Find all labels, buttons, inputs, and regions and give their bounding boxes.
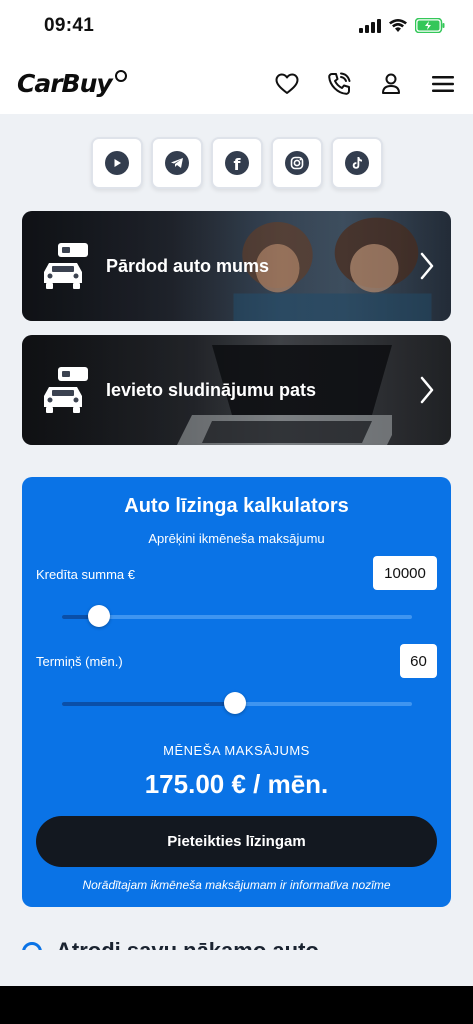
bottom-bar [0,986,473,1024]
chevron-right-icon [420,252,434,280]
youtube-icon [105,151,129,175]
facebook-icon: f [225,151,249,175]
user-icon [382,73,400,94]
term-slider-thumb[interactable] [224,692,246,714]
credit-amount-slider[interactable] [62,605,412,627]
signal-icon [359,18,381,33]
phone-button[interactable] [325,70,353,98]
site-header: CarBuy [0,54,473,114]
create-listing-label: Ievieto sludinājumu pats [106,380,317,400]
calculator-title: Auto līzinga kalkulators [124,495,349,517]
apply-leasing-button[interactable]: Pieteikties līzingam [36,816,437,867]
account-button[interactable] [377,70,405,98]
menu-icon [432,76,454,92]
next-section-peek: Atrodi savu nākamo auto [22,940,451,950]
car-sell-icon [44,243,88,289]
header-actions [273,70,457,98]
battery-charging-icon [415,18,445,33]
instagram-icon [285,151,309,175]
term-slider-fill [62,702,235,706]
chevron-right-icon [420,376,434,404]
instagram-button[interactable] [271,137,323,189]
calculator-disclaimer: Norādītajam ikmēneša maksājumam ir infor… [82,878,391,892]
credit-amount-label: Kredīta summa € [36,567,135,582]
phone-icon [328,72,351,95]
social-links: f [91,137,383,189]
credit-amount-input[interactable] [373,556,437,590]
term-input[interactable] [400,644,437,678]
menu-button[interactable] [429,70,457,98]
next-section-heading: Atrodi savu nākamo auto [56,940,319,950]
term-slider[interactable] [62,692,412,714]
sell-car-card[interactable]: Pārdod auto mums [22,211,451,321]
status-icons [359,18,445,33]
section-marker-icon [22,942,42,950]
favorites-button[interactable] [273,70,301,98]
status-bar: 09:41 [0,0,473,54]
create-listing-card[interactable]: Ievieto sludinājumu pats [22,335,451,445]
status-time: 09:41 [44,15,95,36]
monthly-payment-label: MĒNEŠA MAKSĀJUMS [163,743,310,758]
heart-icon [275,73,299,94]
telegram-button[interactable] [151,137,203,189]
tiktok-button[interactable] [331,137,383,189]
leasing-calculator: Auto līzinga kalkulators Aprēķini ikmēne… [22,477,451,907]
credit-slider-thumb[interactable] [88,605,110,627]
youtube-button[interactable] [91,137,143,189]
monthly-payment-value: 175.00 € / mēn. [144,769,329,799]
car-listing-icon [44,367,88,413]
logo-text: CarBuy [17,68,113,98]
wifi-icon [389,19,407,32]
term-label: Termiņš (mēn.) [36,654,123,669]
carbuy-logo[interactable]: CarBuy [17,66,127,100]
tiktok-icon [345,151,369,175]
facebook-button[interactable]: f [211,137,263,189]
logo-mark-icon [114,70,127,82]
telegram-icon [165,151,189,175]
sell-car-label: Pārdod auto mums [106,256,270,276]
calculator-subtitle: Aprēķini ikmēneša maksājumu [148,531,325,546]
